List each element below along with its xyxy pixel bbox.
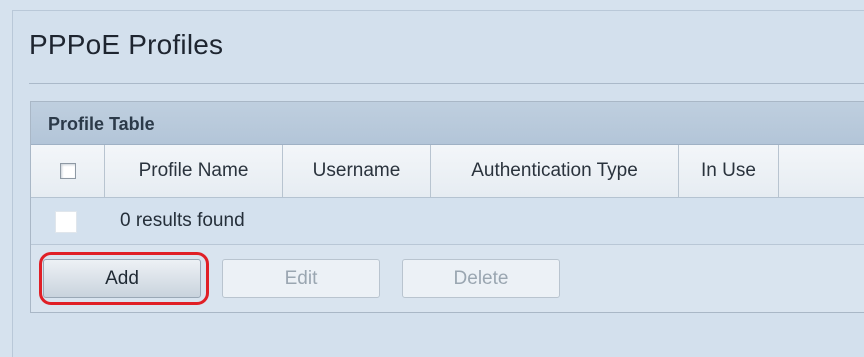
empty-result-row: 0 results found [31, 198, 864, 245]
table-actions: Add Edit Delete [31, 245, 864, 312]
delete-button[interactable]: Delete [402, 259, 560, 298]
edit-button[interactable]: Edit [222, 259, 380, 298]
row-checkbox [55, 211, 77, 233]
column-profile-name[interactable]: Profile Name [105, 145, 283, 197]
column-authentication-type[interactable]: Authentication Type [431, 145, 679, 197]
profile-table: Profile Table Profile Name Username Auth… [30, 101, 864, 313]
column-username[interactable]: Username [283, 145, 431, 197]
column-in-use[interactable]: In Use [679, 145, 779, 197]
page-title: PPPoE Profiles [29, 29, 224, 60]
title-divider [29, 83, 864, 84]
select-all-cell [31, 145, 105, 197]
table-title: Profile Table [48, 114, 155, 134]
add-button[interactable]: Add [43, 259, 201, 298]
select-all-checkbox[interactable] [59, 163, 76, 179]
table-header: Profile Table [31, 102, 864, 145]
results-count-text: 0 results found [120, 210, 245, 231]
column-header-row: Profile Name Username Authentication Typ… [31, 145, 864, 198]
